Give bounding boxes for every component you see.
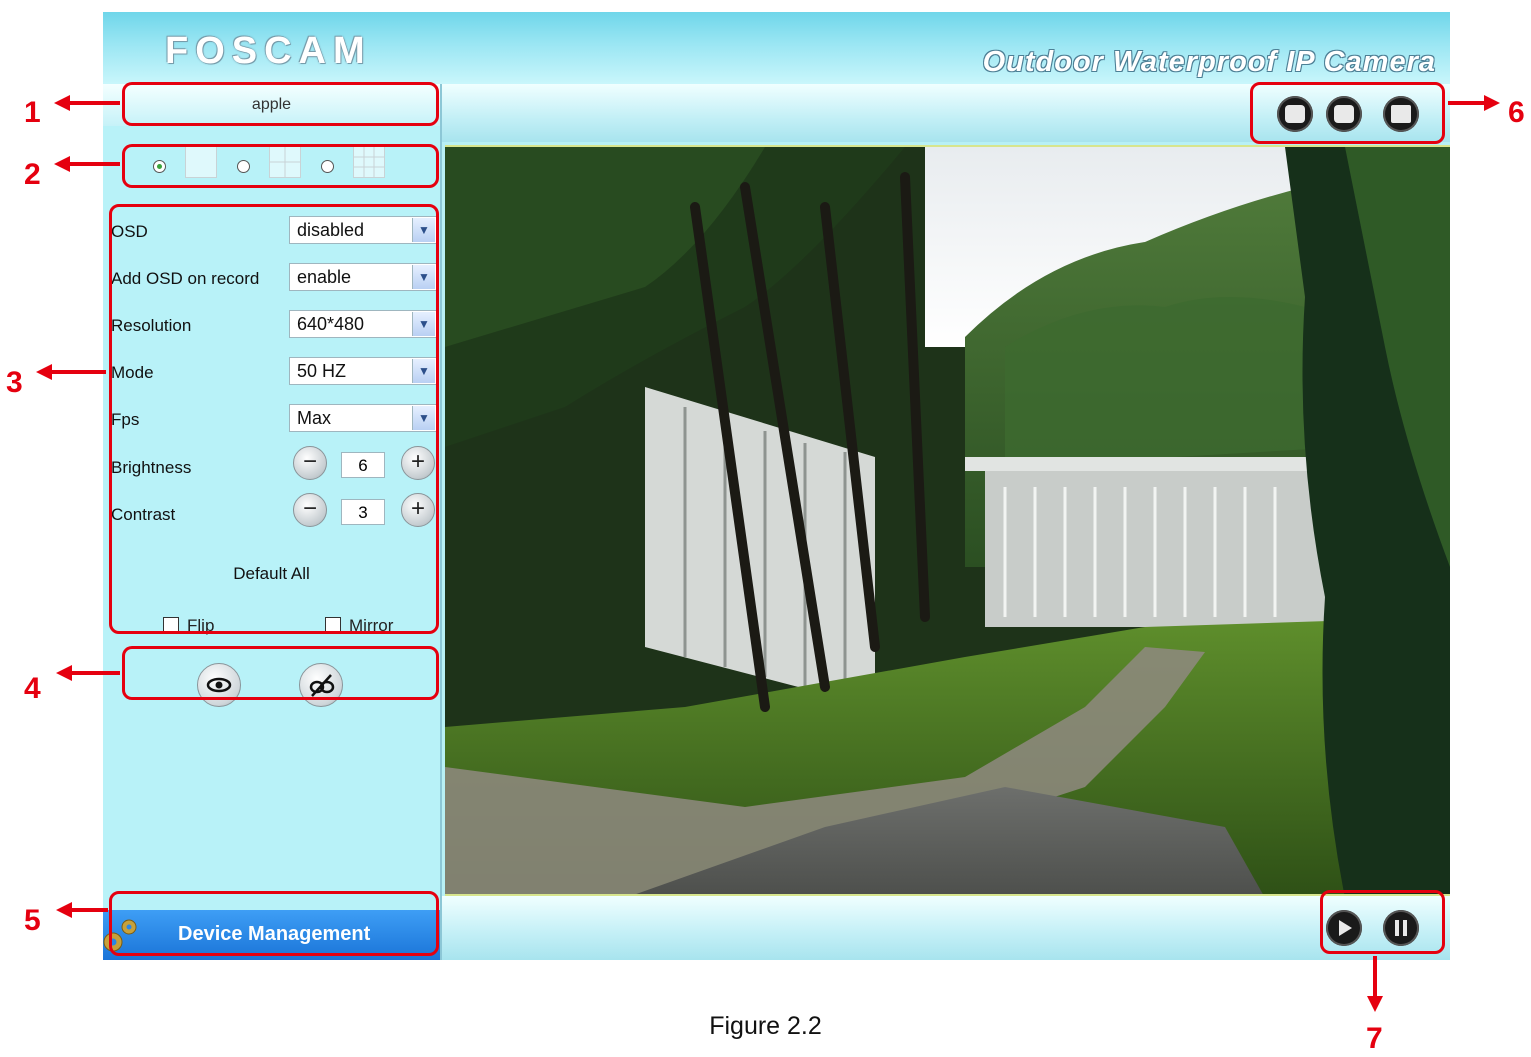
- annotation-number-3: 3: [6, 366, 23, 399]
- annotation-number-1: 1: [24, 96, 41, 129]
- annotation-number-4: 4: [24, 672, 41, 705]
- annotation-number-6: 6: [1508, 96, 1525, 129]
- annotation-number-5: 5: [24, 904, 41, 937]
- annotation-arrows: [36, 95, 1500, 1012]
- annotation-number-2: 2: [24, 158, 41, 191]
- figure-caption: Figure 2.2: [709, 1012, 822, 1040]
